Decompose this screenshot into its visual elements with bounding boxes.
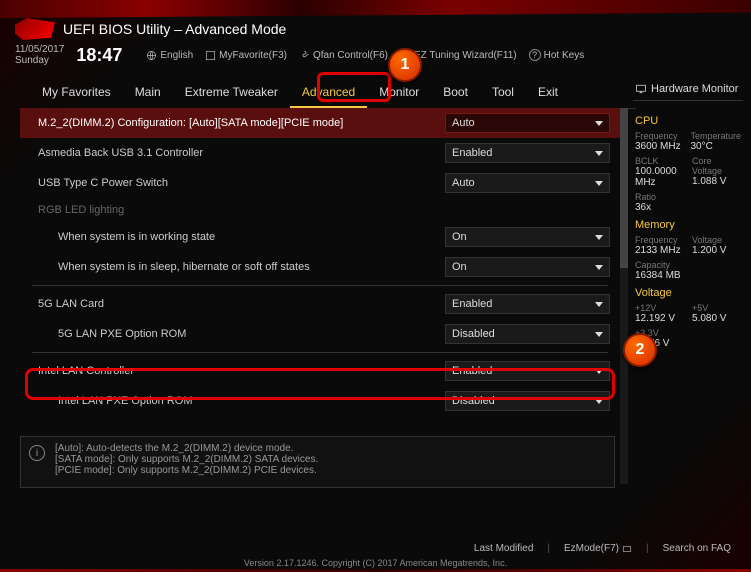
setting-dropdown[interactable]: Disabled	[445, 324, 610, 344]
chevron-down-icon	[595, 235, 603, 240]
dropdown-value: On	[452, 261, 467, 273]
search-faq-button[interactable]: Search on FAQ	[663, 543, 731, 554]
setting-row[interactable]: Asmedia Back USB 3.1 Controller Enabled	[20, 138, 620, 168]
dropdown-value: On	[452, 231, 467, 243]
setting-row[interactable]: When system is in working state On	[20, 222, 620, 252]
help-line: [SATA mode]: Only supports M.2_2(DIMM.2)…	[55, 454, 318, 465]
scrollbar[interactable]	[620, 108, 628, 484]
setting-dropdown[interactable]: Auto	[445, 113, 610, 133]
setting-row[interactable]: Intel LAN PXE Option ROM Disabled	[20, 386, 620, 416]
chevron-down-icon	[595, 369, 603, 374]
date: 11/05/2017	[15, 44, 64, 55]
dropdown-value: Auto	[452, 117, 475, 129]
menu-advanced[interactable]: Advanced	[290, 78, 367, 108]
menu-tool[interactable]: Tool	[480, 78, 526, 108]
last-modified-button[interactable]: Last Modified	[474, 543, 533, 554]
section-label: RGB LED lighting	[20, 198, 620, 222]
footer-bar: Last Modified | EzMode(F7) | Search on F…	[0, 543, 751, 554]
language-selector[interactable]: English	[146, 50, 193, 61]
logo-area: UEFI BIOS Utility – Advanced Mode	[15, 18, 286, 40]
dropdown-value: Disabled	[452, 395, 495, 407]
setting-label: Intel LAN PXE Option ROM	[20, 395, 445, 407]
setting-row[interactable]: 5G LAN Card Enabled	[20, 289, 620, 319]
setting-dropdown[interactable]: Auto	[445, 173, 610, 193]
setting-label: When system is in working state	[20, 231, 445, 243]
annotation-badge-2: 2	[623, 333, 657, 367]
menu-extreme-tweaker[interactable]: Extreme Tweaker	[173, 78, 290, 108]
setting-label: Intel LAN Controller	[20, 365, 445, 377]
setting-row[interactable]: M.2_2(DIMM.2) Configuration: [Auto][SATA…	[20, 108, 620, 138]
chevron-down-icon	[595, 265, 603, 270]
date-block: 11/05/2017 Sunday	[15, 44, 64, 66]
day: Sunday	[15, 55, 64, 66]
myfavorite-button[interactable]: MyFavorite(F3)	[205, 50, 287, 61]
settings-panel: M.2_2(DIMM.2) Configuration: [Auto][SATA…	[20, 108, 620, 484]
setting-dropdown[interactable]: Enabled	[445, 294, 610, 314]
memory-heading: Memory	[635, 219, 741, 231]
setting-label: Asmedia Back USB 3.1 Controller	[20, 147, 445, 159]
cpu-heading: CPU	[635, 115, 741, 127]
setting-label: USB Type C Power Switch	[20, 177, 445, 189]
main-menu: My FavoritesMainExtreme TweakerAdvancedM…	[30, 78, 636, 109]
app-title: UEFI BIOS Utility – Advanced Mode	[63, 21, 286, 37]
info-icon: i	[29, 445, 45, 461]
rog-logo	[15, 18, 55, 40]
chevron-down-icon	[595, 181, 603, 186]
copyright: Version 2.17.1246. Copyright (C) 2017 Am…	[0, 558, 751, 568]
info-bar: 11/05/2017 Sunday 18:47 English MyFavori…	[15, 44, 736, 66]
setting-row[interactable]: Intel LAN Controller Enabled	[20, 356, 620, 386]
menu-boot[interactable]: Boot	[431, 78, 480, 108]
dropdown-value: Enabled	[452, 147, 492, 159]
chevron-down-icon	[595, 151, 603, 156]
setting-dropdown[interactable]: Enabled	[445, 143, 610, 163]
setting-label: 5G LAN PXE Option ROM	[20, 328, 445, 340]
setting-label: When system is in sleep, hibernate or so…	[20, 261, 445, 273]
menu-monitor[interactable]: Monitor	[367, 78, 431, 108]
menu-exit[interactable]: Exit	[526, 78, 570, 108]
hardware-monitor: Hardware Monitor CPU Frequency3600 MHzTe…	[633, 78, 743, 357]
setting-label: 5G LAN Card	[20, 298, 445, 310]
scroll-thumb[interactable]	[620, 108, 628, 268]
setting-row[interactable]: When system is in sleep, hibernate or so…	[20, 252, 620, 282]
setting-dropdown[interactable]: On	[445, 257, 610, 277]
dropdown-value: Disabled	[452, 328, 495, 340]
qfan-button[interactable]: Qfan Control(F6)	[299, 50, 388, 61]
menu-my-favorites[interactable]: My Favorites	[30, 78, 123, 108]
chevron-down-icon	[595, 332, 603, 337]
help-line: [Auto]: Auto-detects the M.2_2(DIMM.2) d…	[55, 443, 318, 454]
setting-label: M.2_2(DIMM.2) Configuration: [Auto][SATA…	[20, 117, 445, 129]
time: 18:47	[76, 45, 122, 66]
setting-dropdown[interactable]: Disabled	[445, 391, 610, 411]
setting-row[interactable]: USB Type C Power Switch Auto	[20, 168, 620, 198]
chevron-down-icon	[595, 399, 603, 404]
help-line: [PCIE mode]: Only supports M.2_2(DIMM.2)…	[55, 465, 318, 476]
chevron-down-icon	[595, 302, 603, 307]
help-box: i [Auto]: Auto-detects the M.2_2(DIMM.2)…	[20, 436, 615, 488]
setting-dropdown[interactable]: Enabled	[445, 361, 610, 381]
setting-row[interactable]: 5G LAN PXE Option ROM Disabled	[20, 319, 620, 349]
hotkeys-button[interactable]: ?Hot Keys	[529, 49, 585, 61]
setting-dropdown[interactable]: On	[445, 227, 610, 247]
ezmode-button[interactable]: EzMode(F7)	[564, 543, 632, 554]
voltage-heading: Voltage	[635, 287, 741, 299]
dropdown-value: Enabled	[452, 298, 492, 310]
hw-monitor-title: Hardware Monitor	[633, 78, 743, 101]
dropdown-value: Auto	[452, 177, 475, 189]
dropdown-value: Enabled	[452, 365, 492, 377]
menu-main[interactable]: Main	[123, 78, 173, 108]
chevron-down-icon	[595, 121, 603, 126]
annotation-badge-1: 1	[388, 48, 422, 82]
